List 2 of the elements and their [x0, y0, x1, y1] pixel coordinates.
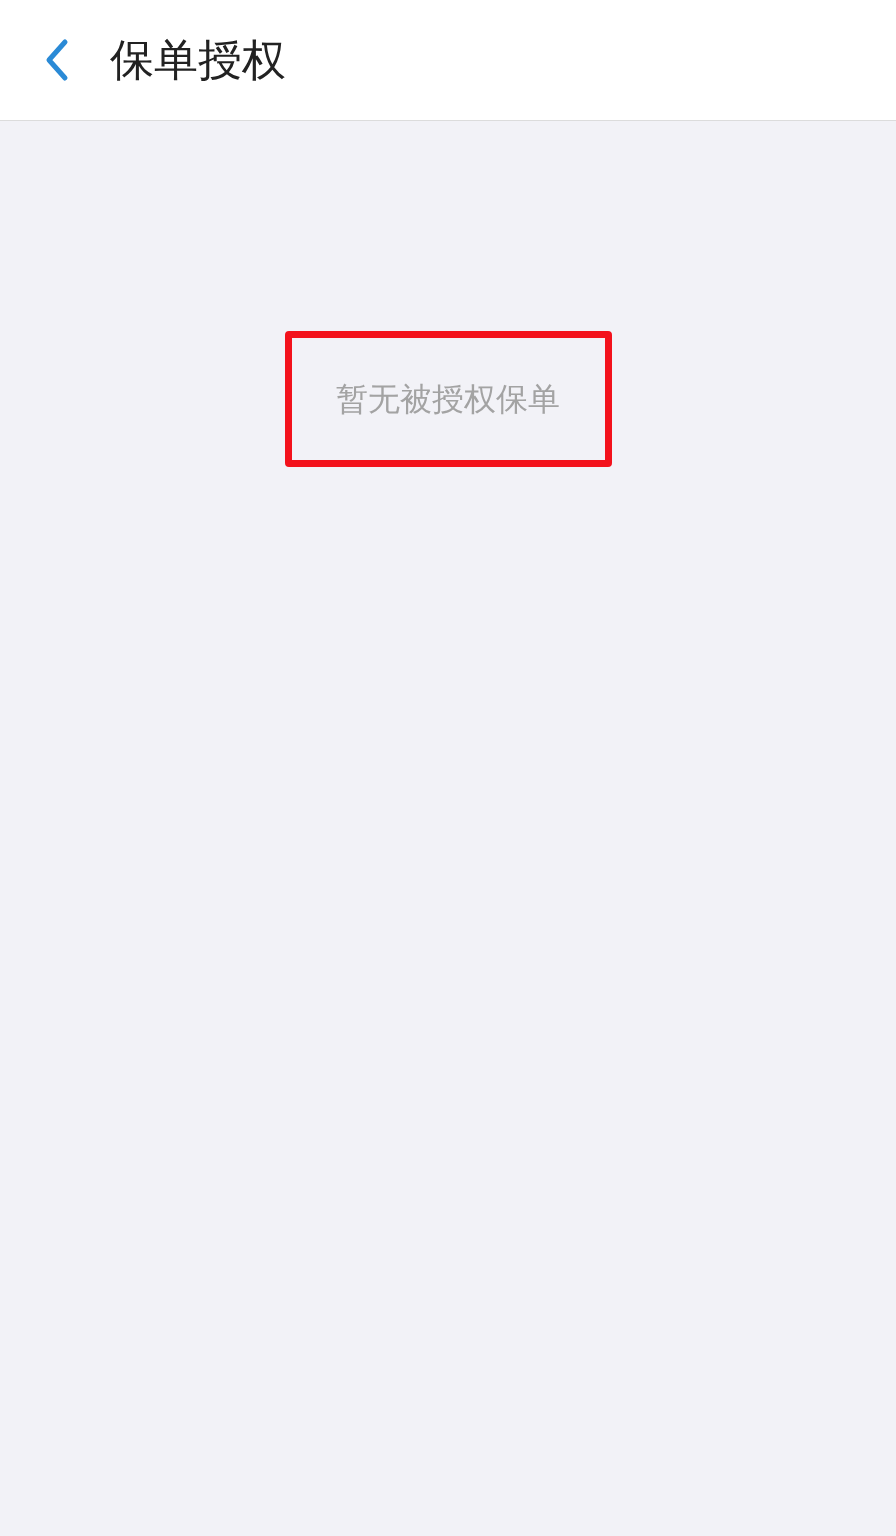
empty-message: 暂无被授权保单 [336, 379, 560, 420]
page-title: 保单授权 [110, 33, 286, 87]
